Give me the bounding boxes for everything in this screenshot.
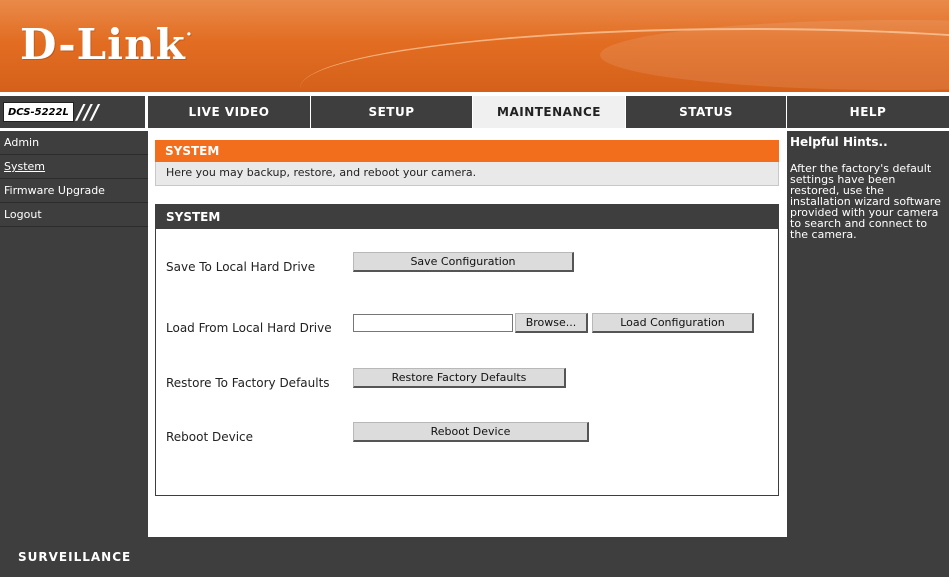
model-slashes: /// <box>76 100 99 124</box>
browse-button[interactable]: Browse... <box>515 313 588 333</box>
tab-maintenance[interactable]: MAINTENANCE <box>473 96 626 128</box>
reboot-device-button[interactable]: Reboot Device <box>353 422 589 442</box>
section-title: SYSTEM <box>155 140 779 162</box>
section-description: Here you may backup, restore, and reboot… <box>155 162 779 186</box>
row-reboot: Reboot Device Reboot Device <box>156 412 778 452</box>
sidebar-item-system[interactable]: System <box>0 155 148 179</box>
tab-help[interactable]: HELP <box>787 96 949 128</box>
tab-live-video[interactable]: LIVE VIDEO <box>148 96 311 128</box>
row-restore: Restore To Factory Defaults Restore Fact… <box>156 358 778 398</box>
dlink-logo: D-Link· <box>20 20 193 69</box>
model-label: DCS-5222L <box>3 102 74 122</box>
sidebar-item-logout[interactable]: Logout <box>0 203 148 227</box>
footer: SURVEILLANCE <box>0 537 949 577</box>
system-panel: SYSTEM Save To Local Hard Drive Save Con… <box>155 204 779 496</box>
panel-title: SYSTEM <box>156 205 778 229</box>
save-label: Save To Local Hard Drive <box>166 260 316 274</box>
load-label: Load From Local Hard Drive <box>166 321 332 335</box>
top-nav: DCS-5222L /// LIVE VIDEO SETUP MAINTENAN… <box>0 96 949 128</box>
main-content: SYSTEM Here you may backup, restore, and… <box>148 131 787 537</box>
footer-label: SURVEILLANCE <box>18 550 132 564</box>
restore-factory-defaults-button[interactable]: Restore Factory Defaults <box>353 368 566 388</box>
save-configuration-button[interactable]: Save Configuration <box>353 252 574 272</box>
banner-swoosh-line <box>300 28 949 92</box>
header-banner: D-Link· <box>0 0 949 92</box>
tab-setup[interactable]: SETUP <box>311 96 473 128</box>
load-configuration-button[interactable]: Load Configuration <box>592 313 754 333</box>
row-save: Save To Local Hard Drive Save Configurat… <box>156 243 778 283</box>
model-badge: DCS-5222L /// <box>0 96 148 128</box>
row-load: Load From Local Hard Drive Browse... Loa… <box>156 303 778 343</box>
helpful-hints-panel: Helpful Hints.. After the factory's defa… <box>787 131 949 537</box>
logo-text: D-Link <box>20 20 186 69</box>
sidebar: Admin System Firmware Upgrade Logout <box>0 131 148 537</box>
hints-body: After the factory's default settings hav… <box>790 162 941 241</box>
logo-dot: · <box>185 24 194 45</box>
tab-status[interactable]: STATUS <box>626 96 787 128</box>
file-path-input[interactable] <box>353 314 513 332</box>
reboot-label: Reboot Device <box>166 430 254 444</box>
sidebar-item-admin[interactable]: Admin <box>0 131 148 155</box>
hints-title: Helpful Hints.. <box>790 135 888 149</box>
sidebar-item-firmware-upgrade[interactable]: Firmware Upgrade <box>0 179 148 203</box>
restore-label: Restore To Factory Defaults <box>166 376 330 390</box>
